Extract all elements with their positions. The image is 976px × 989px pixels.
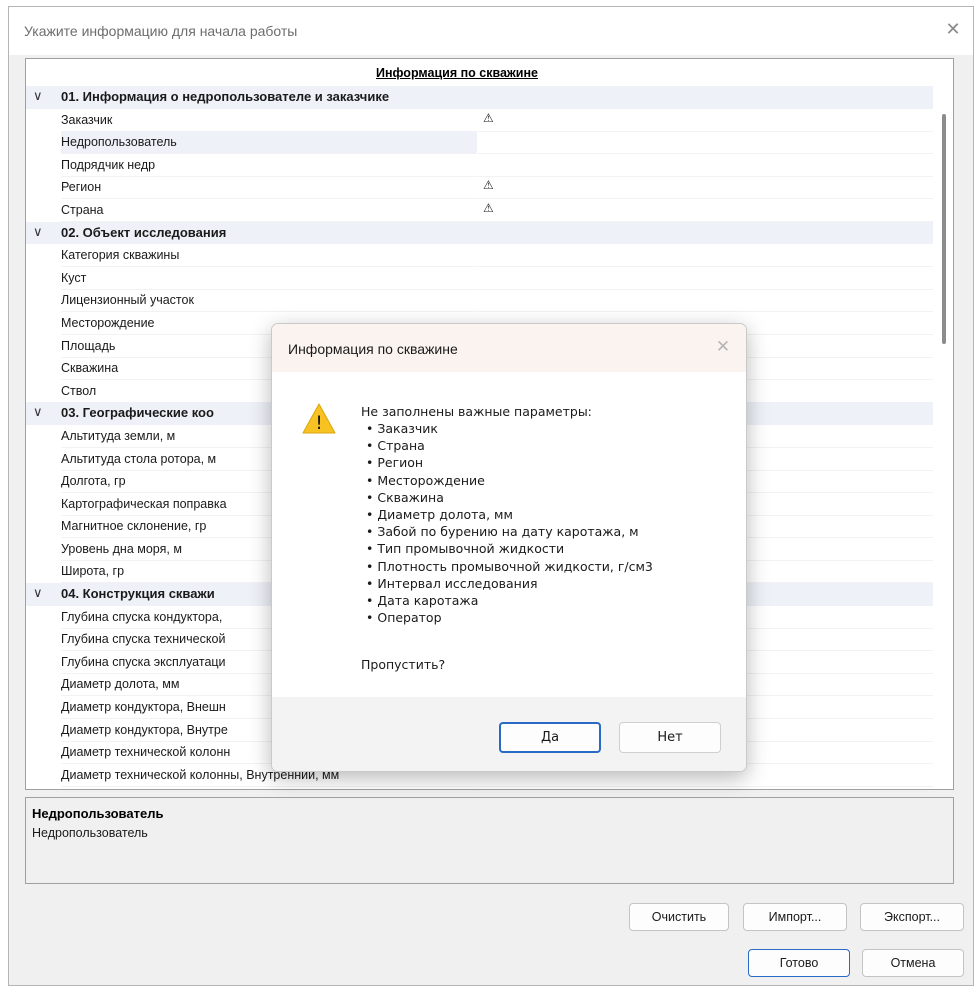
chevron-down-icon[interactable]: ∨ bbox=[33, 224, 43, 240]
property-name[interactable]: Недропользователь bbox=[61, 131, 477, 155]
property-name[interactable]: Страна bbox=[61, 199, 477, 222]
property-name[interactable]: Регион bbox=[61, 176, 477, 200]
dialog-close-icon[interactable]: ✕ bbox=[710, 334, 736, 360]
missing-param-item: Заказчик bbox=[361, 420, 653, 437]
dialog-heading: Не заполнены важные параметры: bbox=[361, 404, 592, 419]
description-text: Недропользователь bbox=[32, 826, 148, 840]
chevron-down-icon[interactable]: ∨ bbox=[33, 88, 43, 104]
property-name[interactable]: Лицензионный участок bbox=[61, 289, 477, 313]
dialog-question: Пропустить? bbox=[361, 657, 446, 672]
property-row[interactable]: Куст bbox=[26, 267, 934, 290]
property-row[interactable]: Подрядчик недр bbox=[26, 154, 934, 177]
property-row[interactable]: Категория скважины bbox=[26, 244, 934, 268]
description-title: Недропользователь bbox=[32, 806, 164, 821]
property-row[interactable]: Недропользователь bbox=[26, 131, 934, 155]
property-row[interactable]: Лицензионный участок bbox=[26, 289, 934, 313]
missing-param-item: Оператор bbox=[361, 609, 653, 626]
missing-param-item: Скважина bbox=[361, 489, 653, 506]
scrollbar-thumb[interactable] bbox=[942, 114, 946, 344]
property-name[interactable]: Куст bbox=[61, 267, 477, 290]
missing-param-item: Диаметр долота, мм bbox=[361, 506, 653, 523]
import-button[interactable]: Импорт... bbox=[743, 903, 847, 931]
missing-param-item: Страна bbox=[361, 437, 653, 454]
property-value[interactable] bbox=[478, 109, 934, 132]
chevron-down-icon[interactable]: ∨ bbox=[33, 585, 43, 601]
missing-param-item: Забой по бурению на дату каротажа, м bbox=[361, 523, 653, 540]
property-value[interactable] bbox=[478, 131, 934, 155]
dialog-title: Информация по скважине bbox=[288, 341, 458, 357]
missing-param-item: Плотность промывочной жидкости, г/см3 bbox=[361, 558, 653, 575]
category-row[interactable]: ∨ 01. Информация о недропользователе и за… bbox=[26, 86, 934, 109]
missing-param-item: Дата каротажа bbox=[361, 592, 653, 609]
yes-button[interactable]: Да bbox=[499, 722, 601, 753]
required-warning-icon: ⚠ bbox=[483, 178, 494, 193]
property-grid-header: Информация по скважине bbox=[26, 59, 953, 86]
required-warning-icon: ⚠ bbox=[483, 110, 494, 125]
svg-text:!: ! bbox=[315, 412, 323, 434]
required-warning-icon: ⚠ bbox=[483, 200, 494, 215]
property-value[interactable] bbox=[478, 289, 934, 313]
property-grid-title: Информация по скважине bbox=[376, 66, 538, 80]
dialog-body: ! Не заполнены важные параметры: Заказчи… bbox=[272, 372, 746, 697]
window-titlebar[interactable]: Укажите информацию для начала работы ✕ bbox=[9, 7, 973, 55]
vertical-scrollbar[interactable] bbox=[933, 86, 953, 789]
warning-icon: ! bbox=[302, 403, 336, 434]
category-label: 01. Информация о недропользователе и зак… bbox=[61, 89, 390, 104]
cancel-button[interactable]: Отмена bbox=[862, 949, 964, 977]
window-title: Укажите информацию для начала работы bbox=[24, 23, 298, 39]
done-button[interactable]: Готово bbox=[748, 949, 850, 977]
property-row[interactable]: Заказчик ⚠ bbox=[26, 109, 934, 132]
property-value[interactable] bbox=[478, 244, 934, 268]
category-label: 02. Объект исследования bbox=[61, 224, 227, 240]
property-name[interactable]: Категория скважины bbox=[61, 244, 477, 268]
category-label: 04. Конструкция скважи bbox=[61, 586, 215, 602]
property-row[interactable]: Регион ⚠ bbox=[26, 176, 934, 200]
property-name[interactable]: Подрядчик недр bbox=[61, 154, 477, 177]
no-button[interactable]: Нет bbox=[619, 722, 721, 753]
missing-param-item: Месторождение bbox=[361, 472, 653, 489]
missing-param-item: Регион bbox=[361, 454, 653, 471]
export-button[interactable]: Экспорт... bbox=[860, 903, 964, 931]
category-row[interactable]: ∨ 02. Объект исследования bbox=[26, 221, 934, 245]
property-value[interactable] bbox=[478, 154, 934, 177]
dialog-footer: Да Нет bbox=[272, 697, 746, 771]
property-name[interactable]: Заказчик bbox=[61, 109, 477, 132]
missing-param-item: Интервал исследования bbox=[361, 575, 653, 592]
property-value[interactable] bbox=[478, 199, 934, 222]
dialog-message: Не заполнены важные параметры: ЗаказчикС… bbox=[361, 403, 653, 626]
description-panel: Недропользователь Недропользователь bbox=[25, 797, 954, 884]
chevron-down-icon[interactable]: ∨ bbox=[33, 404, 43, 420]
property-value[interactable] bbox=[478, 267, 934, 290]
category-label: 03. Географические коо bbox=[61, 405, 214, 421]
missing-params-dialog: Информация по скважине ✕ ! Не заполнены … bbox=[271, 323, 747, 772]
dialog-titlebar[interactable]: Информация по скважине ✕ bbox=[272, 324, 746, 372]
property-value[interactable] bbox=[478, 176, 934, 200]
missing-param-item: Тип промывочной жидкости bbox=[361, 540, 653, 557]
property-row[interactable]: Страна ⚠ bbox=[26, 199, 934, 222]
clear-button[interactable]: Очистить bbox=[629, 903, 729, 931]
window-close-icon[interactable]: ✕ bbox=[933, 7, 973, 51]
missing-params-list: ЗаказчикСтранаРегионМесторождениеСкважин… bbox=[361, 420, 653, 626]
